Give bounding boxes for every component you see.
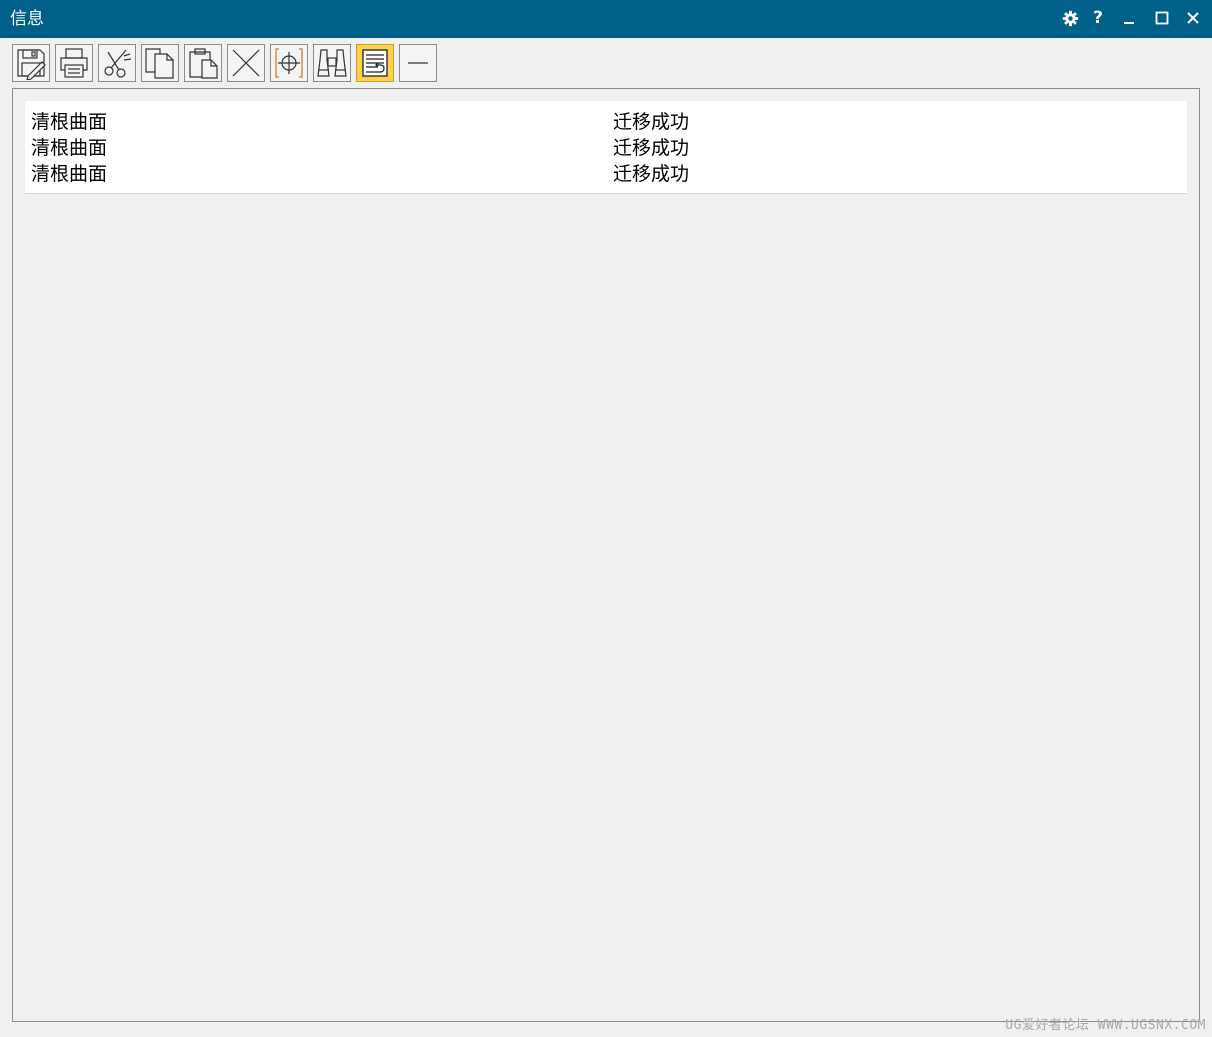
word-wrap-icon[interactable]: [356, 44, 394, 82]
output-text-area[interactable]: 清根曲面 迁移成功 清根曲面 迁移成功 清根曲面 迁移成功: [25, 101, 1187, 194]
item-name: 清根曲面: [31, 111, 108, 133]
close-icon[interactable]: [1181, 7, 1205, 29]
item-name: 清根曲面: [31, 163, 108, 185]
title-bar: 信息 ?: [0, 0, 1212, 38]
save-edit-icon[interactable]: [12, 44, 50, 82]
paste-icon[interactable]: [184, 44, 222, 82]
gear-icon[interactable]: [1058, 7, 1082, 29]
minimize-icon[interactable]: [1117, 7, 1141, 29]
item-status: 迁移成功: [613, 163, 690, 185]
cut-icon[interactable]: [98, 44, 136, 82]
window-title: 信息: [10, 9, 44, 29]
item-name: 清根曲面: [31, 137, 108, 159]
info-panel: 清根曲面 迁移成功 清根曲面 迁移成功 清根曲面 迁移成功: [12, 88, 1200, 1022]
copy-icon[interactable]: [141, 44, 179, 82]
item-status: 迁移成功: [613, 137, 690, 159]
help-icon[interactable]: ?: [1086, 7, 1110, 29]
list-item: 清根曲面 迁移成功: [25, 135, 1187, 161]
list-item: 清根曲面 迁移成功: [25, 161, 1187, 187]
list-item: 清根曲面 迁移成功: [25, 109, 1187, 135]
line-icon[interactable]: [399, 44, 437, 82]
maximize-icon[interactable]: [1150, 7, 1174, 29]
print-icon[interactable]: [55, 44, 93, 82]
binoculars-icon[interactable]: [313, 44, 351, 82]
delete-icon[interactable]: [227, 44, 265, 82]
crosshair-icon[interactable]: [270, 44, 308, 82]
item-status: 迁移成功: [613, 111, 690, 133]
watermark: UG爱好者论坛 WWW.UGSNX.COM: [1005, 1018, 1206, 1033]
